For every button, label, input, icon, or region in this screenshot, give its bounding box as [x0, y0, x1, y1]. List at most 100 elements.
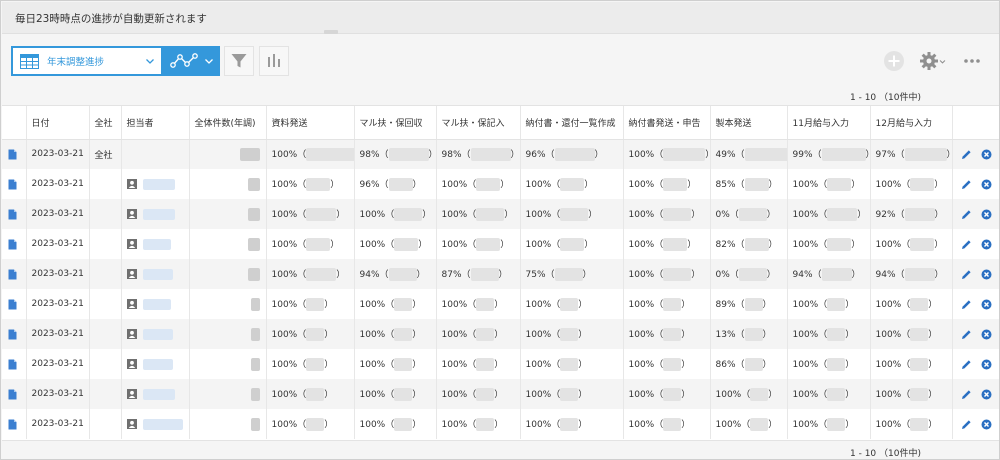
delete-icon[interactable] — [981, 419, 992, 430]
filter-button[interactable] — [224, 46, 254, 76]
table-row: 2023-03-21 100%（） 100%（） 100%（） 100%（） 100%（… — [2, 409, 999, 439]
assignee-cell — [121, 199, 190, 229]
progress-cell: 100%（） — [623, 139, 711, 169]
assignee-cell — [121, 229, 190, 259]
edit-pencil-icon[interactable] — [961, 269, 972, 280]
assignee-name-redacted[interactable] — [142, 328, 173, 340]
progress-cell: 100%（） — [787, 199, 871, 229]
chart-button[interactable] — [259, 46, 289, 76]
column-header[interactable]: 資料発送 — [266, 106, 355, 140]
document-icon[interactable] — [8, 269, 17, 280]
notice-collapse-handle[interactable] — [324, 30, 338, 34]
progress-percent: 100% — [525, 300, 552, 310]
edit-pencil-icon[interactable] — [961, 179, 972, 190]
column-header[interactable]: 全社 — [89, 106, 122, 140]
settings-button[interactable] — [917, 49, 947, 73]
assignee-name-redacted[interactable] — [142, 418, 183, 430]
document-icon[interactable] — [8, 179, 17, 190]
document-icon[interactable] — [8, 359, 17, 370]
row-actions-cell — [952, 229, 999, 259]
record-detail-cell[interactable] — [2, 349, 27, 379]
assignee-name-redacted[interactable] — [142, 298, 171, 310]
edit-pencil-icon[interactable] — [961, 209, 972, 220]
progress-cell: 0%（） — [710, 259, 788, 289]
assignee-name-redacted[interactable] — [142, 268, 173, 280]
column-header[interactable]: マル扶・保回収 — [354, 106, 437, 140]
delete-icon[interactable] — [981, 389, 992, 400]
progress-detail: （） — [385, 388, 422, 401]
assignee-cell — [121, 349, 190, 379]
column-header[interactable]: 担当者 — [121, 106, 190, 140]
assignee-name-redacted[interactable] — [142, 238, 171, 250]
delete-icon[interactable] — [981, 149, 992, 160]
add-record-button[interactable] — [882, 49, 906, 73]
progress-detail-redacted — [476, 328, 495, 341]
graph-view-button[interactable] — [163, 46, 220, 76]
column-header[interactable]: 12月給与入力 — [870, 106, 953, 140]
progress-detail-redacted — [821, 268, 852, 281]
row-actions-cell — [952, 349, 999, 379]
document-icon[interactable] — [8, 299, 17, 310]
record-detail-cell[interactable] — [2, 319, 27, 349]
edit-pencil-icon[interactable] — [961, 359, 972, 370]
progress-cell: 100%（） — [520, 169, 624, 199]
delete-icon[interactable] — [981, 359, 992, 370]
column-header[interactable]: 納付書発送・申告 — [623, 106, 711, 140]
edit-pencil-icon[interactable] — [961, 329, 972, 340]
row-actions-cell — [952, 139, 999, 169]
delete-icon[interactable] — [981, 299, 992, 310]
document-icon[interactable] — [8, 239, 17, 250]
table-row: 2023-03-21 100%（） 96%（） 100%（） 100%（） 100%（）… — [2, 169, 999, 199]
column-header[interactable]: 日付 — [26, 106, 90, 140]
delete-icon[interactable] — [981, 329, 992, 340]
document-icon[interactable] — [8, 209, 17, 220]
column-header[interactable]: 全体件数(年調) — [189, 106, 267, 140]
progress-cell: 100%（） — [520, 199, 624, 229]
progress-percent: 100% — [525, 360, 552, 370]
record-detail-cell[interactable] — [2, 289, 27, 319]
edit-pencil-icon[interactable] — [961, 239, 972, 250]
delete-icon[interactable] — [981, 269, 992, 280]
document-icon[interactable] — [8, 329, 17, 340]
more-options-button[interactable] — [961, 49, 983, 73]
assignee-name-redacted[interactable] — [142, 178, 175, 190]
total-count-cell — [189, 259, 267, 289]
progress-percent: 100% — [525, 240, 552, 250]
count-redacted — [250, 387, 260, 401]
progress-cell: 100%（） — [266, 139, 355, 169]
document-icon[interactable] — [8, 389, 17, 400]
table-row: 2023-03-21 100%（） 100%（） 100%（） 100%（） 100%（… — [2, 319, 999, 349]
edit-pencil-icon[interactable] — [961, 419, 972, 430]
edit-pencil-icon[interactable] — [961, 299, 972, 310]
record-detail-cell[interactable] — [2, 169, 27, 199]
record-detail-cell[interactable] — [2, 409, 27, 439]
document-icon[interactable] — [8, 419, 17, 430]
progress-percent: 100% — [271, 180, 298, 190]
progress-table-container: 日付 全社 担当者 全体件数(年調) 資料発送 マル扶・保回収 マル扶・保記入 納付書・還付一… — [2, 105, 999, 441]
column-header[interactable]: 製本発送 — [710, 106, 788, 140]
assignee-cell — [121, 259, 190, 289]
row-actions-cell — [952, 379, 999, 409]
view-selector[interactable]: 年末調整進捗 — [11, 46, 163, 76]
column-header[interactable]: 納付書・還付一覧作成 — [520, 106, 624, 140]
progress-detail: （） — [545, 148, 604, 162]
assignee-name-redacted[interactable] — [142, 358, 173, 370]
delete-icon[interactable] — [981, 239, 992, 250]
record-detail-cell[interactable] — [2, 379, 27, 409]
column-header[interactable]: マル扶・保記入 — [436, 106, 521, 140]
edit-pencil-icon[interactable] — [961, 389, 972, 400]
delete-icon[interactable] — [981, 209, 992, 220]
record-detail-cell[interactable] — [2, 139, 27, 169]
edit-pencil-icon[interactable] — [961, 149, 972, 160]
record-detail-cell[interactable] — [2, 199, 27, 229]
assignee-name-redacted[interactable] — [142, 208, 175, 220]
progress-detail: （） — [735, 298, 772, 311]
record-detail-cell[interactable] — [2, 229, 27, 259]
progress-detail: （） — [385, 208, 432, 221]
progress-detail-redacted — [738, 208, 767, 221]
document-icon[interactable] — [8, 149, 17, 160]
record-detail-cell[interactable] — [2, 259, 27, 289]
delete-icon[interactable] — [981, 179, 992, 190]
column-header[interactable]: 11月給与入力 — [787, 106, 871, 140]
assignee-name-redacted[interactable] — [142, 388, 175, 400]
